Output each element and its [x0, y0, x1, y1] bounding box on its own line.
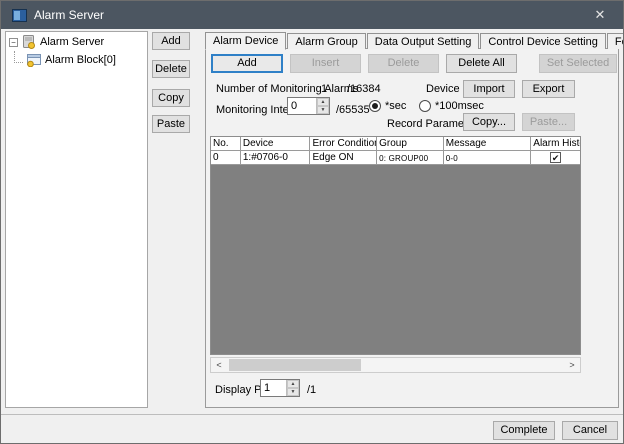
display-page-total: /1 — [307, 384, 317, 396]
cell-alarm-history[interactable]: ✔ — [531, 151, 580, 165]
footer-separator — [1, 414, 623, 415]
alarm-block-icon — [27, 53, 41, 67]
tab-data-output-setting[interactable]: Data Output Setting — [366, 33, 480, 49]
table-row[interactable]: 0 1:#0706-0 Edge ON 0: GROUP00 0-0 ✔ — [211, 151, 580, 165]
display-page-value[interactable]: 1 — [261, 380, 286, 396]
alarm-history-checkbox[interactable]: ✔ — [550, 152, 562, 163]
tree-connector — [14, 51, 23, 63]
cell-device[interactable]: 1:#0706-0 — [240, 151, 311, 165]
row-add-button[interactable]: Add — [211, 54, 283, 73]
scroll-right-icon[interactable]: > — [564, 358, 580, 372]
row-insert-button: Insert — [290, 54, 361, 73]
tree-paste-button[interactable]: Paste — [152, 115, 190, 133]
server-icon — [23, 35, 35, 49]
cell-no[interactable]: 0 — [211, 151, 241, 165]
record-copy-button[interactable]: Copy... — [463, 113, 515, 131]
radio-sec-icon[interactable] — [369, 100, 381, 112]
alarm-server-dialog: Alarm Server ✕ − Alarm Server Alarm Bloc… — [0, 0, 624, 444]
monitoring-intervals-value[interactable]: 0 — [288, 98, 316, 114]
table-horizontal-scrollbar[interactable]: < > — [210, 357, 581, 373]
tree-node-label[interactable]: Alarm Block[0] — [45, 54, 116, 66]
tree-delete-button[interactable]: Delete — [152, 60, 190, 78]
complete-button[interactable]: Complete — [493, 421, 555, 440]
monitoring-alarms-count: 1 — [321, 83, 328, 95]
device-label: Device — [426, 83, 460, 95]
monitoring-intervals-spinner[interactable]: 0 ▲ ▼ — [287, 97, 330, 115]
alarm-device-table[interactable]: No. Device Error Condition Group Message… — [210, 136, 581, 355]
column-header-error-condition: Error Condition — [310, 137, 378, 151]
tree-expander-icon[interactable]: − — [9, 37, 18, 47]
radio-sec[interactable]: *sec — [369, 100, 406, 112]
alarm-device-tabpage: Add Insert Delete Delete All Set Selecte… — [205, 48, 619, 408]
cell-group[interactable]: 0: GROUP00 — [377, 151, 444, 165]
column-header-alarm-history: Alarm History — [531, 137, 580, 151]
tabstrip: Alarm Device Alarm Group Data Output Set… — [205, 31, 623, 50]
delete-all-button[interactable]: Delete All — [446, 54, 517, 73]
titlebar: Alarm Server ✕ — [1, 1, 623, 29]
import-button[interactable]: Import — [463, 80, 515, 98]
tree-copy-button[interactable]: Copy — [152, 89, 190, 107]
radio-100msec[interactable]: *100msec — [419, 100, 484, 112]
spinner-up-icon[interactable]: ▲ — [317, 98, 329, 106]
tab-alarm-device[interactable]: Alarm Device — [205, 32, 287, 50]
column-header-device: Device — [240, 137, 311, 151]
close-icon[interactable]: ✕ — [577, 1, 623, 29]
display-page-spinner[interactable]: 1 ▲ ▼ — [260, 379, 300, 397]
record-paste-button: Paste... — [522, 113, 575, 131]
radio-sec-label[interactable]: *sec — [385, 100, 406, 112]
radio-100msec-label[interactable]: *100msec — [435, 100, 484, 112]
column-header-group: Group — [377, 137, 444, 151]
window-title: Alarm Server — [34, 8, 105, 22]
tree-add-button[interactable]: Add — [152, 32, 190, 50]
row-delete-button: Delete — [368, 54, 439, 73]
scrollbar-track[interactable] — [227, 358, 564, 372]
radio-100msec-icon[interactable] — [419, 100, 431, 112]
scroll-left-icon[interactable]: < — [211, 358, 227, 372]
app-icon — [12, 8, 27, 22]
cancel-button[interactable]: Cancel — [562, 421, 618, 440]
tree-node-alarm-server[interactable]: − Alarm Server — [6, 34, 147, 50]
cell-message[interactable]: 0-0 — [443, 151, 532, 165]
monitoring-intervals-max: /65535 — [336, 104, 370, 116]
spinner-arrows[interactable]: ▲ ▼ — [286, 380, 299, 396]
column-header-no: No. — [211, 137, 241, 151]
monitoring-alarms-label: Number of Monitoring Alarms — [216, 83, 359, 95]
scrollbar-thumb[interactable] — [229, 359, 361, 371]
export-button[interactable]: Export — [522, 80, 575, 98]
tree-node-label[interactable]: Alarm Server — [40, 36, 104, 48]
table-header-row: No. Device Error Condition Group Message… — [211, 137, 580, 151]
spinner-down-icon[interactable]: ▼ — [287, 388, 299, 396]
spinner-arrows[interactable]: ▲ ▼ — [316, 98, 329, 114]
column-header-message: Message — [443, 137, 532, 151]
set-selected-button: Set Selected — [539, 54, 617, 73]
tree-node-alarm-block[interactable]: Alarm Block[0] — [6, 51, 147, 68]
tab-control-device-setting[interactable]: Control Device Setting — [480, 33, 606, 49]
spinner-up-icon[interactable]: ▲ — [287, 380, 299, 388]
cell-error-condition[interactable]: Edge ON — [310, 151, 378, 165]
tab-format-setting[interactable]: Format Setting — [606, 33, 623, 49]
monitoring-alarms-max: /16384 — [347, 83, 381, 95]
alarm-tree-panel: − Alarm Server Alarm Block[0] — [5, 31, 148, 408]
tab-alarm-group[interactable]: Alarm Group — [287, 33, 366, 49]
spinner-down-icon[interactable]: ▼ — [317, 106, 329, 114]
table-empty-area — [211, 165, 580, 354]
